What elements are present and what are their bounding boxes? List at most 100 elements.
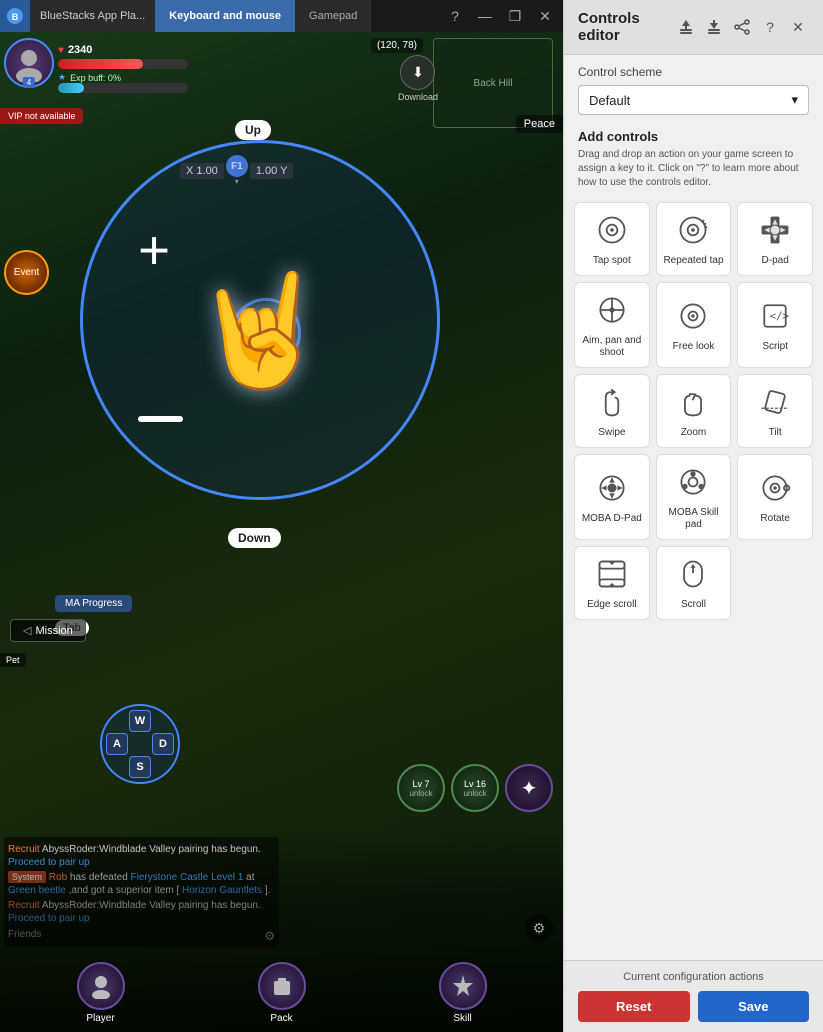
share-icon[interactable] — [731, 16, 753, 38]
edge-scroll-label: Edge scroll — [587, 599, 636, 611]
settings-button[interactable]: ⚙ — [525, 914, 553, 942]
control-free-look[interactable]: Free look — [656, 282, 732, 368]
bottom-icons: Player Pack Skill — [0, 962, 563, 1024]
control-swipe[interactable]: Swipe — [574, 374, 650, 448]
panel-header: Controls editor ? ✕ — [564, 0, 823, 55]
control-aim-pan-shoot[interactable]: Aim, pan and shoot — [574, 282, 650, 368]
panel-header-icons: ? ✕ — [675, 16, 809, 38]
skill-buttons: Lv 7 unlock Lv 16 unlock ✦ — [397, 764, 553, 812]
controls-grid: Tap spot Repeated tap — [564, 202, 823, 620]
d-pad-icon — [756, 211, 794, 249]
control-tap-spot[interactable]: Tap spot — [574, 202, 650, 276]
download-icon: ⬇ — [400, 55, 435, 90]
repeated-tap-icon — [674, 211, 712, 249]
player-stats: 4 ♥ 2340 ★ Exp buff: 0% — [4, 38, 208, 93]
a-key[interactable]: A — [106, 733, 128, 755]
help-button[interactable]: ? — [441, 2, 469, 30]
tap-spot-icon — [593, 211, 631, 249]
bottom-skill[interactable]: Skill — [439, 962, 487, 1024]
player-icon — [77, 962, 125, 1010]
d-key[interactable]: D — [152, 733, 174, 755]
spacer — [564, 620, 823, 960]
download-button[interactable]: ⬇ Download — [398, 55, 438, 102]
save-button[interactable]: Save — [698, 991, 810, 1022]
moba-d-pad-label: MOBA D-Pad — [582, 513, 642, 525]
moba-d-pad-icon — [593, 469, 631, 507]
map-name: Back Hill — [474, 78, 513, 89]
scheme-dropdown[interactable]: Default ▾ — [578, 85, 809, 115]
avatar: 4 — [4, 38, 54, 88]
event-button[interactable]: Event — [4, 250, 49, 295]
tab-gamepad[interactable]: Gamepad — [295, 0, 371, 32]
ma-progress: MA Progress — [55, 595, 132, 612]
control-d-pad[interactable]: D-pad — [737, 202, 813, 276]
aim-pan-shoot-icon — [593, 291, 631, 329]
control-tilt[interactable]: Tilt — [737, 374, 813, 448]
skill1-level: Lv 7 — [409, 779, 432, 789]
d-pad-label: D-pad — [762, 255, 789, 267]
mission-label: Mission — [35, 625, 72, 637]
reset-button[interactable]: Reset — [578, 991, 690, 1022]
control-moba-d-pad[interactable]: MOBA D-Pad — [574, 454, 650, 540]
moba-skill-pad-icon — [674, 463, 712, 501]
skill2-level: Lv 16 — [463, 779, 486, 789]
control-scroll[interactable]: Scroll — [656, 546, 732, 620]
down-label: Down — [228, 528, 281, 548]
skill-btn-1[interactable]: Lv 7 unlock — [397, 764, 445, 812]
rotate-icon — [756, 469, 794, 507]
control-rotate[interactable]: Rotate — [737, 454, 813, 540]
title-bar: B BlueStacks App Pla... Keyboard and mou… — [0, 0, 563, 32]
minus-icon — [138, 416, 183, 422]
control-edge-scroll[interactable]: Edge scroll — [574, 546, 650, 620]
maximize-button[interactable]: ❐ — [501, 2, 529, 30]
script-icon: </> — [756, 297, 794, 335]
edge-scroll-icon — [593, 555, 631, 593]
mission-button[interactable]: ◁ Mission — [10, 619, 86, 642]
exp-fill — [58, 83, 84, 93]
minimize-button[interactable]: — — [471, 2, 499, 30]
close-panel-icon[interactable]: ✕ — [787, 16, 809, 38]
big-circle: + 🤘 — [80, 140, 440, 500]
footer-label: Current configuration actions — [578, 971, 809, 983]
control-repeated-tap[interactable]: Repeated tap — [656, 202, 732, 276]
control-moba-skill-pad[interactable]: MOBA Skill pad — [656, 454, 732, 540]
skill-label: Skill — [453, 1013, 471, 1024]
s-key[interactable]: S — [129, 756, 151, 778]
bottom-player[interactable]: Player — [77, 962, 125, 1024]
control-zoom[interactable]: Zoom — [656, 374, 732, 448]
free-look-label: Free look — [673, 341, 715, 353]
bluestacks-logo: B — [0, 0, 30, 32]
skill-btn-3[interactable]: ✦ — [505, 764, 553, 812]
free-look-icon — [674, 297, 712, 335]
rotate-label: Rotate — [760, 513, 789, 525]
hand-icon: 🤘 — [192, 266, 329, 395]
footer-buttons: Reset Save — [578, 991, 809, 1022]
tab-keyboard-mouse[interactable]: Keyboard and mouse — [155, 0, 295, 32]
controls-panel: Controls editor ? ✕ Control scheme Defau… — [563, 0, 823, 1032]
download-config-icon[interactable] — [703, 16, 725, 38]
game-area: B BlueStacks App Pla... Keyboard and mou… — [0, 0, 563, 1032]
control-script[interactable]: </> Script — [737, 282, 813, 368]
zoom-label: Zoom — [681, 427, 707, 439]
help-panel-icon[interactable]: ? — [759, 16, 781, 38]
pack-label: Pack — [270, 1013, 292, 1024]
skill2-status: unlock — [463, 789, 486, 798]
wasd-control: W A S D — [100, 704, 180, 784]
wasd-ring: W A S D — [100, 704, 180, 784]
swipe-label: Swipe — [598, 427, 625, 439]
close-button[interactable]: ✕ — [531, 2, 559, 30]
swipe-icon — [593, 383, 631, 421]
bottom-pack[interactable]: Pack — [258, 962, 306, 1024]
w-key[interactable]: W — [129, 710, 151, 732]
add-controls-title: Add controls — [578, 129, 809, 144]
tilt-icon — [756, 383, 794, 421]
skill-btn-2[interactable]: Lv 16 unlock — [451, 764, 499, 812]
tilt-label: Tilt — [769, 427, 782, 439]
exp-bar — [58, 83, 188, 93]
title-bar-controls: ? — ❐ ✕ — [441, 2, 563, 30]
svg-text:</>: </> — [770, 310, 789, 323]
panel-footer: Current configuration actions Reset Save — [564, 960, 823, 1032]
upload-icon[interactable] — [675, 16, 697, 38]
add-controls-desc: Drag and drop an action on your game scr… — [578, 148, 809, 190]
add-controls-section: Add controls Drag and drop an action on … — [564, 121, 823, 202]
